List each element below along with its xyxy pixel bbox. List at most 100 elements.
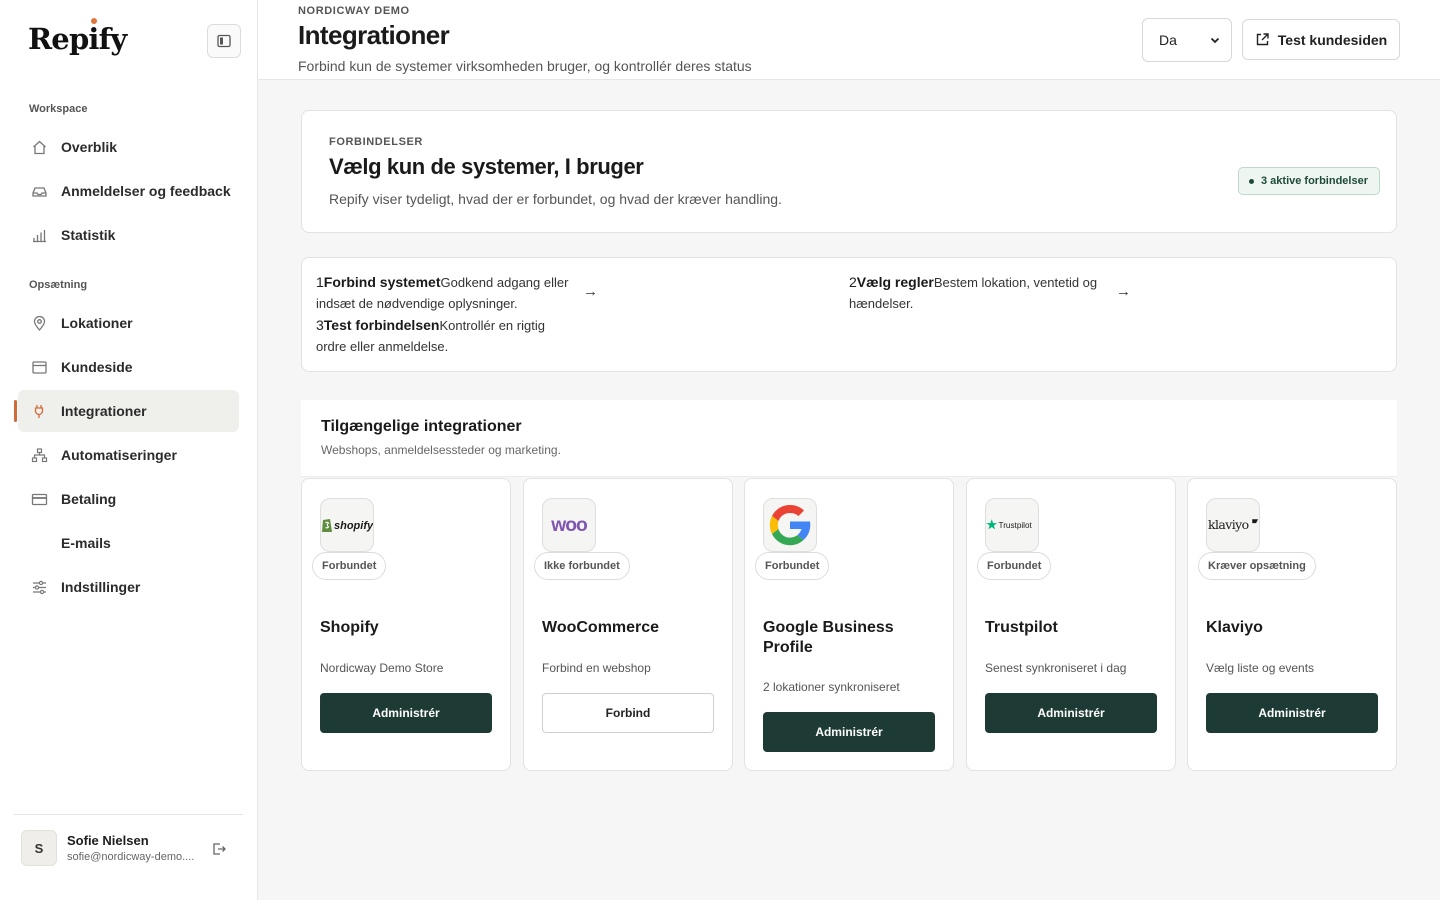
chevron-down-icon xyxy=(1210,37,1220,44)
sidebar-item-automatiseringer[interactable]: Automatiseringer xyxy=(18,434,239,476)
manage-button[interactable]: Administrér xyxy=(1206,693,1378,733)
sidebar-toggle-icon xyxy=(217,34,231,48)
sidebar-collapse-button[interactable] xyxy=(207,24,241,58)
language-value: Da xyxy=(1159,32,1177,48)
sidebar-item-label: Kundeside xyxy=(61,359,133,375)
google-logo-icon: G xyxy=(763,498,817,552)
user-name: Sofie Nielsen xyxy=(67,833,149,848)
plug-icon xyxy=(30,402,48,420)
step-title: Vælg regler xyxy=(856,274,934,290)
logout-icon xyxy=(213,843,226,855)
active-connections-label: 3 aktive forbindelser xyxy=(1261,175,1368,187)
divider xyxy=(14,814,243,815)
connections-description: Repify viser tydeligt, hvad der er forbu… xyxy=(329,191,782,207)
browser-window-icon xyxy=(30,358,48,376)
integration-card-shopify: shopify Forbundet Shopify Nordicway Demo… xyxy=(301,478,511,771)
status-dot-icon xyxy=(1249,178,1254,184)
page-title: Integrationer xyxy=(298,20,450,50)
step-number: 1 xyxy=(316,274,324,290)
logout-button[interactable] xyxy=(209,839,229,859)
status-badge: Forbundet xyxy=(755,552,830,580)
test-customer-page-button[interactable]: Test kundesiden xyxy=(1242,19,1400,60)
connections-eyebrow: FORBINDELSER xyxy=(329,136,423,148)
user-email: sofie@nordicway-demo.... xyxy=(67,851,195,863)
step-3: 3Test forbindelsenKontrollér en rigtig o… xyxy=(316,315,578,357)
sidebar-item-overblik[interactable]: Overblik xyxy=(18,126,239,168)
step-title: Forbind systemet xyxy=(323,274,441,290)
sidebar-item-statistik[interactable]: Statistik xyxy=(18,214,239,256)
sidebar-item-label: Overblik xyxy=(61,139,118,155)
sidebar-item-label: Automatiseringer xyxy=(61,447,177,463)
test-customer-page-label: Test kundesiden xyxy=(1277,31,1388,48)
sliders-icon xyxy=(30,578,48,596)
integration-card-woocommerce: woo Ikke forbundet WooCommerce Forbind e… xyxy=(523,478,733,771)
sidebar-item-anmeldelser[interactable]: Anmeldelser og feedback xyxy=(18,170,239,212)
connect-button[interactable]: Forbind xyxy=(542,693,714,733)
inbox-icon xyxy=(30,182,48,200)
sidebar-item-label: Indstillinger xyxy=(61,579,141,595)
map-pin-icon xyxy=(30,314,48,332)
home-icon xyxy=(30,138,48,156)
integration-description: Senest synkroniseret i dag xyxy=(985,661,1127,675)
klaviyo-wordmark: klaviyo xyxy=(1208,517,1249,532)
available-integrations-header: Tilgængelige integrationer Webshops, anm… xyxy=(301,400,1397,477)
status-badge: Forbundet xyxy=(977,552,1052,580)
section-label-workspace: Workspace xyxy=(29,103,88,115)
manage-button[interactable]: Administrér xyxy=(985,693,1157,733)
arrow-right-icon: → xyxy=(1116,283,1131,300)
shopify-wordmark: shopify xyxy=(334,520,373,532)
workflow-icon xyxy=(30,446,48,464)
integration-name: WooCommerce xyxy=(542,619,660,636)
step-number: 3 xyxy=(316,317,324,333)
status-badge: Kræver opsætning xyxy=(1198,552,1316,580)
google-wordmark: G xyxy=(765,500,766,501)
sidebar-item-betaling[interactable]: Betaling xyxy=(18,478,239,520)
integration-description: Forbind en webshop xyxy=(542,661,651,675)
workspace-name: NORDICWAY DEMO xyxy=(298,5,410,17)
sidebar-item-label: Integrationer xyxy=(61,403,147,419)
trustpilot-logo-icon: Trustpilot xyxy=(985,498,1039,552)
sidebar-item-label: E-mails xyxy=(61,535,111,551)
step-title: Test forbindelsen xyxy=(323,317,440,333)
manage-button[interactable]: Administrér xyxy=(763,712,935,752)
shopify-logo-icon: shopify xyxy=(320,498,374,552)
page-subtitle: Forbind kun de systemer virksomheden bru… xyxy=(298,58,752,74)
available-integrations-subtitle: Webshops, anmeldelsessteder og marketing… xyxy=(321,443,561,457)
woocommerce-logo-icon: woo xyxy=(542,498,596,552)
klaviyo-logo-icon: klaviyo xyxy=(1206,498,1260,552)
step-number: 2 xyxy=(849,274,857,290)
language-select[interactable]: Da xyxy=(1142,18,1232,62)
avatar[interactable]: S xyxy=(21,830,57,866)
sidebar-item-label: Statistik xyxy=(61,227,116,243)
external-link-icon xyxy=(1256,33,1269,46)
steps-card: 1Forbind systemetGodkend adgang eller in… xyxy=(301,257,1397,372)
sidebar-item-label: Anmeldelser og feedback xyxy=(61,183,231,199)
sidebar-item-label: Lokationer xyxy=(61,315,133,331)
brand-logo[interactable]: Repify xyxy=(28,18,127,56)
sidebar-item-kundeside[interactable]: Kundeside xyxy=(18,346,239,388)
integration-description: Nordicway Demo Store xyxy=(320,661,444,675)
woo-wordmark: woo xyxy=(550,515,587,536)
manage-button[interactable]: Administrér xyxy=(320,693,492,733)
sidebar-item-lokationer[interactable]: Lokationer xyxy=(18,302,239,344)
mail-icon xyxy=(30,534,48,552)
connections-card: FORBINDELSER Vælg kun de systemer, I bru… xyxy=(301,110,1397,233)
integration-description: 2 lokationer synkroniseret xyxy=(763,680,900,694)
status-badge: Forbundet xyxy=(312,552,387,580)
sidebar-item-indstillinger[interactable]: Indstillinger xyxy=(18,566,239,608)
connections-title: Vælg kun de systemer, I bruger xyxy=(329,154,644,179)
active-indicator xyxy=(14,400,17,422)
available-integrations-title: Tilgængelige integrationer xyxy=(321,418,522,435)
sidebar-item-integrationer[interactable]: Integrationer xyxy=(18,390,239,432)
integration-description: Vælg liste og events xyxy=(1206,661,1315,675)
integration-name: Shopify xyxy=(320,619,379,636)
page-header: NORDICWAY DEMO Integrationer Forbind kun… xyxy=(258,0,1440,80)
sidebar: Repify Workspace Overblik Anmeldelser og… xyxy=(0,0,258,900)
integration-name: Klaviyo xyxy=(1206,619,1263,636)
trustpilot-wordmark: Trustpilot xyxy=(999,521,1033,530)
integration-name: Trustpilot xyxy=(985,619,1058,636)
integration-name: Google Business Profile xyxy=(763,619,894,656)
arrow-right-icon: → xyxy=(583,283,598,300)
integration-card-google: G Forbundet Google Business Profile 2 lo… xyxy=(744,478,954,771)
sidebar-item-emails[interactable]: E-mails xyxy=(18,522,239,564)
